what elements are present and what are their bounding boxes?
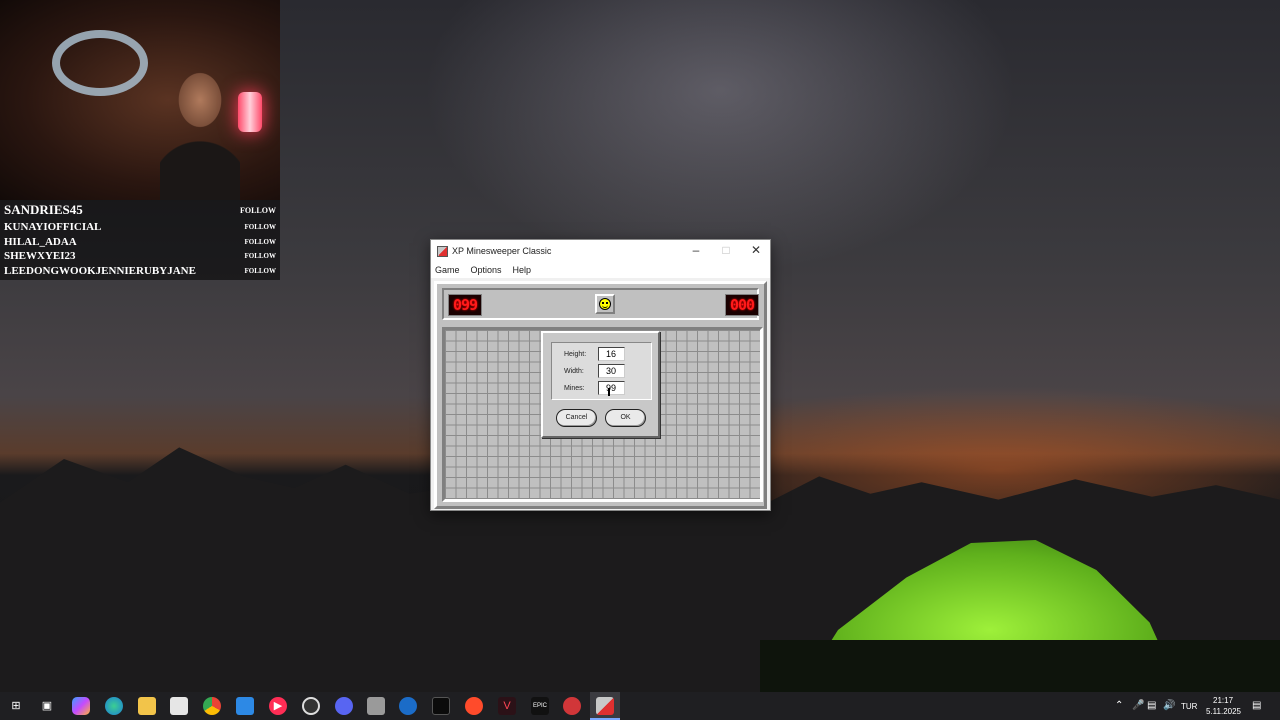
- discord-icon[interactable]: [335, 697, 353, 715]
- file-explorer-icon[interactable]: [138, 697, 156, 715]
- ea-icon[interactable]: [465, 697, 483, 715]
- text-cursor-icon: [608, 388, 610, 396]
- menu-game[interactable]: Game: [435, 265, 460, 275]
- follower-name: KUNAYIOFFICIAL: [4, 221, 102, 233]
- follower-label: FOLLOW: [244, 238, 276, 246]
- follower-name: SHEWXYEI23: [4, 250, 76, 262]
- follower-label: FOLLOW: [244, 252, 276, 260]
- mail-icon[interactable]: [236, 697, 254, 715]
- height-field[interactable]: 16: [598, 347, 625, 361]
- smiley-face-icon: [599, 298, 611, 310]
- mines-label: Mines:: [564, 385, 585, 392]
- desktop-wallpaper-foreground: [760, 640, 1280, 692]
- width-field[interactable]: 30: [598, 364, 625, 378]
- webcam-logo: [52, 30, 148, 96]
- height-label: Height:: [564, 351, 587, 358]
- windows-start-icon[interactable]: ⊞: [7, 697, 25, 715]
- ok-button[interactable]: OK: [605, 409, 646, 427]
- menu-help[interactable]: Help: [513, 265, 532, 275]
- custom-field-dialog: Height: 16 Width: 30 Mines: 99 Cancel OK: [541, 331, 660, 438]
- window-title: XP Minesweeper Classic: [452, 246, 552, 256]
- follower-row: HILAL_ADAA FOLLOW: [4, 236, 276, 248]
- language-indicator[interactable]: TUR: [1181, 702, 1197, 711]
- recent-followers-panel: SANDRIES45 FOLLOW KUNAYIOFFICIAL FOLLOW …: [0, 200, 280, 280]
- width-label: Width:: [564, 368, 584, 375]
- minesweeper-app-icon: [437, 245, 448, 257]
- obs-icon[interactable]: [302, 697, 320, 715]
- notification-center-icon[interactable]: ▤: [1252, 700, 1261, 711]
- channel-row: SANDRIES45 FOLLOW: [4, 202, 276, 218]
- copilot-icon[interactable]: [72, 697, 90, 715]
- valorant-icon[interactable]: V: [498, 697, 516, 715]
- network-icon[interactable]: ▤: [1147, 700, 1156, 711]
- taskbar: ⊞ ▣ ▶ V EPIC ⌃ 🎤 ▤ 🔊 TUR 21:17 5.11.2025…: [0, 692, 1280, 720]
- webcam-light: [238, 92, 262, 132]
- minimize-icon: –: [692, 243, 700, 257]
- new-game-button[interactable]: [595, 294, 615, 314]
- maximize-button[interactable]: □: [711, 240, 741, 262]
- menubar: Game Options Help: [431, 262, 770, 278]
- channel-follow-label: FOLLOW: [239, 205, 276, 215]
- custom-field-group: Height: 16 Width: 30 Mines: 99: [551, 342, 652, 400]
- follower-row: SHEWXYEI23 FOLLOW: [4, 250, 276, 262]
- mines-field[interactable]: 99: [598, 381, 625, 395]
- steam-icon[interactable]: [399, 697, 417, 715]
- edge-icon[interactable]: [105, 697, 123, 715]
- cancel-button[interactable]: Cancel: [556, 409, 597, 427]
- close-button[interactable]: ✕: [741, 240, 771, 262]
- status-panel: 099 000: [442, 288, 759, 320]
- chrome-icon[interactable]: [203, 697, 221, 715]
- terminal-icon[interactable]: [432, 697, 450, 715]
- media-player-icon[interactable]: ▶: [269, 697, 287, 715]
- follower-label: FOLLOW: [244, 223, 276, 231]
- volume-icon[interactable]: 🔊: [1163, 700, 1175, 711]
- minimize-button[interactable]: –: [681, 240, 711, 262]
- window-titlebar[interactable]: XP Minesweeper Classic – □ ✕: [431, 240, 770, 262]
- follower-label: FOLLOW: [244, 267, 276, 275]
- menu-options[interactable]: Options: [471, 265, 502, 275]
- follower-name: HILAL_ADAA: [4, 236, 77, 248]
- follower-row: KUNAYIOFFICIAL FOLLOW: [4, 221, 276, 233]
- epic-games-icon[interactable]: EPIC: [531, 697, 549, 715]
- steelseries-icon[interactable]: [367, 697, 385, 715]
- follower-row: LEEDONGWOOKJENNIERUBYJANE FOLLOW: [4, 265, 276, 277]
- task-view-icon[interactable]: ▣: [38, 697, 56, 715]
- webcam-overlay: [0, 0, 280, 200]
- channel-name: SANDRIES45: [4, 202, 83, 217]
- webcam-streamer: [160, 50, 240, 200]
- timer-display: 000: [725, 294, 759, 316]
- maximize-icon: □: [722, 243, 730, 257]
- mine-counter: 099: [448, 294, 482, 316]
- show-hidden-icons-icon[interactable]: ⌃: [1115, 700, 1123, 711]
- minesweeper-icon[interactable]: [596, 697, 614, 715]
- riot-client-icon[interactable]: [563, 697, 581, 715]
- follower-name: LEEDONGWOOKJENNIERUBYJANE: [4, 265, 196, 277]
- close-icon: ✕: [750, 243, 762, 257]
- clock-date[interactable]: 5.11.2025: [1206, 707, 1241, 716]
- store-icon[interactable]: [170, 697, 188, 715]
- clock-time[interactable]: 21:17: [1213, 696, 1233, 705]
- microphone-icon[interactable]: 🎤: [1132, 700, 1144, 711]
